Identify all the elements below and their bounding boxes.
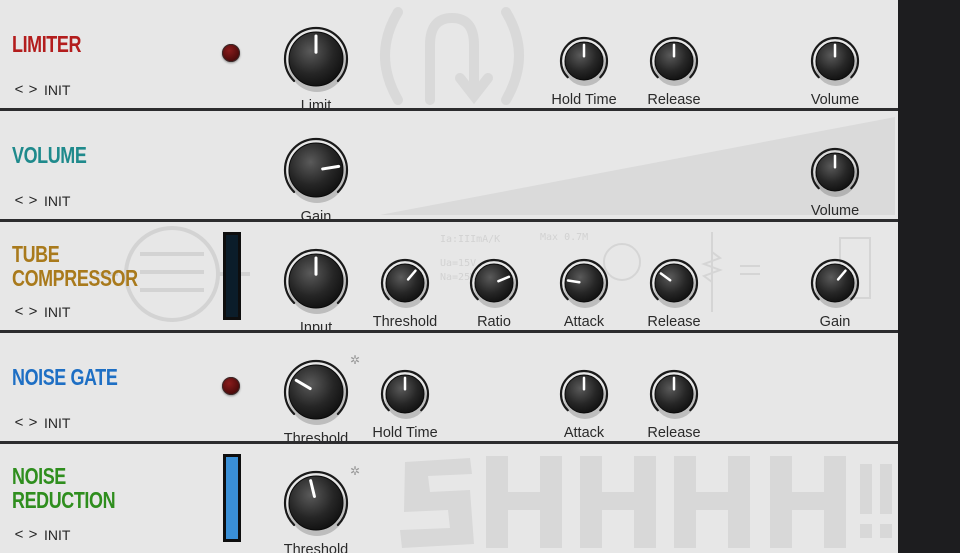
module-title-volume: VOLUME (12, 142, 87, 168)
knob-hold-time[interactable]: Hold Time (539, 32, 629, 108)
preset-prev-button[interactable]: < (12, 414, 26, 431)
module-title-noise-reduction: NOISE REDUCTION (12, 463, 116, 513)
module-title-tube-compressor: TUBE COMPRESSOR (12, 242, 138, 290)
preset-next-button[interactable]: > (26, 414, 40, 431)
knob-dial[interactable] (279, 133, 353, 207)
svg-text:Ia:IIImA/K: Ia:IIImA/K (440, 234, 500, 245)
title-line: REDUCTION (12, 487, 116, 513)
preset-selector-limiter: < > INIT (12, 81, 71, 98)
module-title-limiter: LIMITER (12, 32, 81, 56)
title-line: TUBE (12, 241, 60, 267)
knob-hold-time[interactable]: Hold Time (360, 365, 450, 441)
knob-label: Attack (563, 314, 605, 330)
preset-next-button[interactable]: > (26, 303, 40, 320)
preset-selector-noise-gate: < > INIT (12, 414, 71, 431)
preset-next-button[interactable]: > (26, 81, 40, 98)
limiter-status-led (222, 44, 240, 62)
volume-ramp-watermark (380, 117, 895, 215)
preset-selector-volume: < > INIT (12, 192, 71, 209)
volume-panel: VOLUME < > INIT Gain Volume (0, 111, 898, 219)
knob-dial[interactable] (555, 365, 613, 423)
knob-threshold[interactable]: Threshold (360, 254, 450, 330)
knob-dial[interactable] (555, 254, 613, 312)
knob-label: Threshold (283, 542, 349, 553)
title-line: NOISE GATE (12, 364, 118, 390)
noise-reduction-panel: NOISE REDUCTION < > INIT ✲ Threshold (0, 444, 898, 553)
knob-ratio[interactable]: Ratio (449, 254, 539, 330)
knob-dial[interactable] (279, 22, 353, 96)
knob-label: Release (647, 314, 701, 330)
gate-status-led (222, 377, 240, 395)
knob-release[interactable]: Release (629, 365, 719, 441)
knob-label: Gain (300, 209, 332, 219)
tube-compressor-panel: Ia:IIImA/K Ua=15V Na=25W Max 0.7M TUBE C… (0, 222, 898, 330)
title-line: NOISE (12, 463, 66, 489)
knob-dial[interactable] (279, 466, 353, 540)
knob-label: Release (647, 92, 701, 108)
knob-label: Gain (819, 314, 851, 330)
knob-gain[interactable]: Gain (271, 133, 361, 219)
preset-selector-tube-compressor: < > INIT (12, 303, 71, 320)
graffiti-watermark (400, 456, 892, 548)
limiter-panel: LIMITER < > INIT Limit Hold Time Release… (0, 0, 898, 108)
knob-label: Input (299, 320, 333, 330)
noise-reduction-meter (223, 454, 241, 542)
knob-dial[interactable] (645, 32, 703, 90)
knob-label: Volume (810, 203, 860, 219)
knob-threshold[interactable]: Threshold (271, 466, 361, 553)
preset-prev-button[interactable]: < (12, 81, 26, 98)
knob-dial[interactable] (376, 254, 434, 312)
knob-release[interactable]: Release (629, 254, 719, 330)
preset-prev-button[interactable]: < (12, 192, 26, 209)
knob-label: Volume (810, 92, 860, 108)
title-line: VOLUME (12, 142, 87, 168)
preset-name[interactable]: INIT (44, 304, 70, 320)
title-line: LIMITER (12, 31, 82, 57)
knob-attack[interactable]: Attack (539, 254, 629, 330)
knob-volume[interactable]: Volume (790, 32, 880, 108)
knob-dial[interactable] (465, 254, 523, 312)
preset-prev-button[interactable]: < (12, 526, 26, 543)
gain-reduction-meter (223, 232, 241, 320)
knob-dial[interactable] (806, 32, 864, 90)
preset-next-button[interactable]: > (26, 526, 40, 543)
knob-dial[interactable] (376, 365, 434, 423)
preset-selector-noise-reduction: < > INIT (12, 526, 71, 543)
knob-limit[interactable]: Limit (271, 22, 361, 108)
knob-attack[interactable]: Attack (539, 365, 629, 441)
knob-label: Hold Time (551, 92, 617, 108)
title-line: COMPRESSOR (12, 265, 138, 291)
knob-dial[interactable] (806, 254, 864, 312)
knob-label: Release (647, 425, 701, 441)
knob-dial[interactable] (806, 143, 864, 201)
knob-release[interactable]: Release (629, 32, 719, 108)
knob-label: Attack (563, 425, 605, 441)
noise-gate-panel: NOISE GATE < > INIT ✲ Threshold Hold Tim… (0, 333, 898, 441)
module-title-noise-gate: NOISE GATE (12, 364, 118, 390)
knob-label: Hold Time (372, 425, 438, 441)
knob-volume[interactable]: Volume (790, 143, 880, 219)
knob-input[interactable]: Input (271, 244, 361, 330)
knob-label: Threshold (283, 431, 349, 441)
preset-prev-button[interactable]: < (12, 303, 26, 320)
svg-text:Max 0.7M: Max 0.7M (540, 232, 588, 243)
knob-dial[interactable] (279, 355, 353, 429)
knob-gain[interactable]: Gain (790, 254, 880, 330)
knob-dial[interactable] (279, 244, 353, 318)
knob-dial[interactable] (645, 254, 703, 312)
knob-label: Threshold (372, 314, 438, 330)
preset-name[interactable]: INIT (44, 82, 70, 98)
effects-rack: LIMITER < > INIT Limit Hold Time Release… (0, 0, 960, 553)
undo-arrow-watermark-icon (380, 7, 524, 105)
knob-label: Ratio (477, 314, 511, 330)
knob-threshold[interactable]: Threshold (271, 355, 361, 441)
knob-label: Limit (300, 98, 332, 108)
preset-name[interactable]: INIT (44, 527, 70, 543)
knob-dial[interactable] (645, 365, 703, 423)
knob-dial[interactable] (555, 32, 613, 90)
preset-name[interactable]: INIT (44, 415, 70, 431)
preset-name[interactable]: INIT (44, 193, 70, 209)
preset-next-button[interactable]: > (26, 192, 40, 209)
